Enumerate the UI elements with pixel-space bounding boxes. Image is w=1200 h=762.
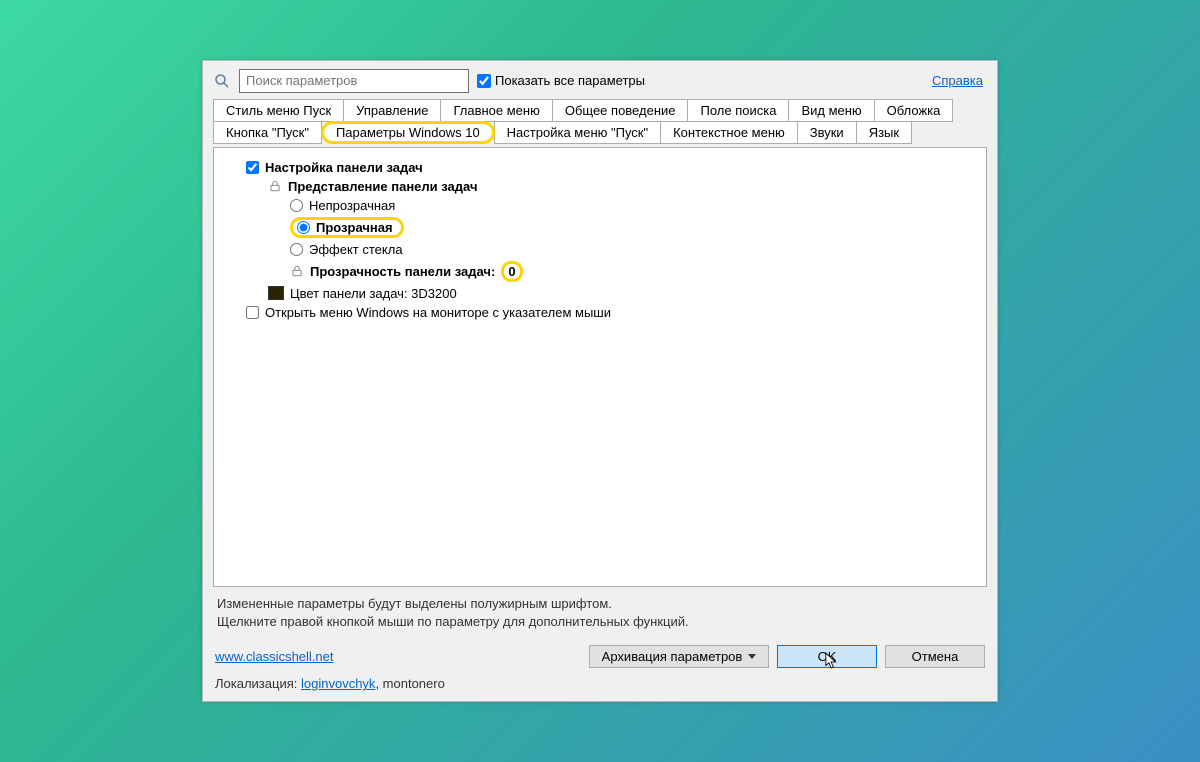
tab-controls[interactable]: Управление: [343, 99, 441, 122]
radio-transparent-item[interactable]: Прозрачная: [228, 215, 972, 240]
archive-params-label: Архивация параметров: [602, 649, 743, 664]
lock-icon: [290, 264, 304, 278]
radio-glass-item[interactable]: Эффект стекла: [228, 240, 972, 259]
tab-skin[interactable]: Обложка: [874, 99, 954, 122]
settings-window: Показать все параметры Справка Стиль мен…: [202, 60, 998, 702]
show-all-checkbox[interactable]: Показать все параметры: [477, 73, 645, 88]
taskbar-appearance-group: Представление панели задач: [228, 177, 972, 196]
hint-line-1: Измененные параметры будут выделены полу…: [217, 595, 983, 613]
taskbar-transparency-label: Прозрачность панели задач:: [310, 264, 495, 279]
tab-windows-10-settings[interactable]: Параметры Windows 10: [321, 121, 495, 144]
radio-opaque[interactable]: [290, 199, 303, 212]
radio-opaque-item[interactable]: Непрозрачная: [228, 196, 972, 215]
localization-label: Локализация:: [215, 676, 297, 691]
tabs-row-1: Стиль меню Пуск Управление Главное меню …: [203, 99, 997, 121]
hint-line-2: Щелкните правой кнопкой мыши по параметр…: [217, 613, 983, 631]
search-input[interactable]: [239, 69, 469, 93]
tab-menu-look[interactable]: Вид меню: [788, 99, 874, 122]
taskbar-transparency-value: 0: [501, 261, 522, 282]
footer: Локализация: loginvovchyk, montonero: [203, 676, 997, 701]
tab-general-behavior[interactable]: Общее поведение: [552, 99, 689, 122]
search-icon: [213, 72, 231, 90]
radio-glass[interactable]: [290, 243, 303, 256]
tab-start-menu-style[interactable]: Стиль меню Пуск: [213, 99, 344, 122]
taskbar-settings-item[interactable]: Настройка панели задач: [228, 158, 972, 177]
show-all-label: Показать все параметры: [495, 73, 645, 88]
taskbar-settings-label: Настройка панели задач: [265, 160, 423, 175]
open-on-monitor-label: Открыть меню Windows на мониторе с указа…: [265, 305, 611, 320]
help-link[interactable]: Справка: [932, 73, 983, 88]
taskbar-settings-checkbox[interactable]: [246, 161, 259, 174]
hints-panel: Измененные параметры будут выделены полу…: [203, 587, 997, 641]
tab-context-menu[interactable]: Контекстное меню: [660, 121, 798, 144]
cancel-button[interactable]: Отмена: [885, 645, 985, 668]
radio-transparent-label: Прозрачная: [316, 220, 393, 235]
translator-2: montonero: [383, 676, 445, 691]
taskbar-color-item[interactable]: Цвет панели задач: 3D3200: [228, 284, 972, 303]
tabs-row-2: Кнопка "Пуск" Параметры Windows 10 Настр…: [203, 121, 997, 143]
archive-params-button[interactable]: Архивация параметров: [589, 645, 769, 668]
top-row: Показать все параметры Справка: [203, 61, 997, 99]
color-swatch-icon: [268, 286, 284, 300]
radio-transparent[interactable]: [297, 221, 310, 234]
radio-opaque-label: Непрозрачная: [309, 198, 395, 213]
open-on-monitor-item[interactable]: Открыть меню Windows на мониторе с указа…: [228, 303, 972, 322]
translator-link-1[interactable]: loginvovchyk: [301, 676, 375, 691]
open-on-monitor-checkbox[interactable]: [246, 306, 259, 319]
translator-sep: ,: [375, 676, 382, 691]
tab-search-box[interactable]: Поле поиска: [687, 99, 789, 122]
tab-main-menu[interactable]: Главное меню: [440, 99, 552, 122]
lock-icon: [268, 179, 282, 193]
ok-button[interactable]: OK: [777, 645, 877, 668]
taskbar-transparency-item[interactable]: Прозрачность панели задач: 0: [228, 259, 972, 284]
taskbar-color-label: Цвет панели задач: 3D3200: [290, 286, 457, 301]
chevron-down-icon: [748, 654, 756, 659]
taskbar-appearance-label: Представление панели задач: [288, 179, 478, 194]
settings-content: Настройка панели задач Представление пан…: [213, 147, 987, 587]
radio-glass-label: Эффект стекла: [309, 242, 403, 257]
ok-label: OK: [818, 649, 837, 664]
tab-customize-start-menu[interactable]: Настройка меню "Пуск": [494, 121, 661, 144]
tab-sounds[interactable]: Звуки: [797, 121, 857, 144]
show-all-checkbox-input[interactable]: [477, 74, 491, 88]
tab-language[interactable]: Язык: [856, 121, 912, 144]
tab-start-button[interactable]: Кнопка "Пуск": [213, 121, 322, 144]
button-row: www.classicshell.net Архивация параметро…: [203, 641, 997, 676]
website-link[interactable]: www.classicshell.net: [215, 649, 334, 664]
